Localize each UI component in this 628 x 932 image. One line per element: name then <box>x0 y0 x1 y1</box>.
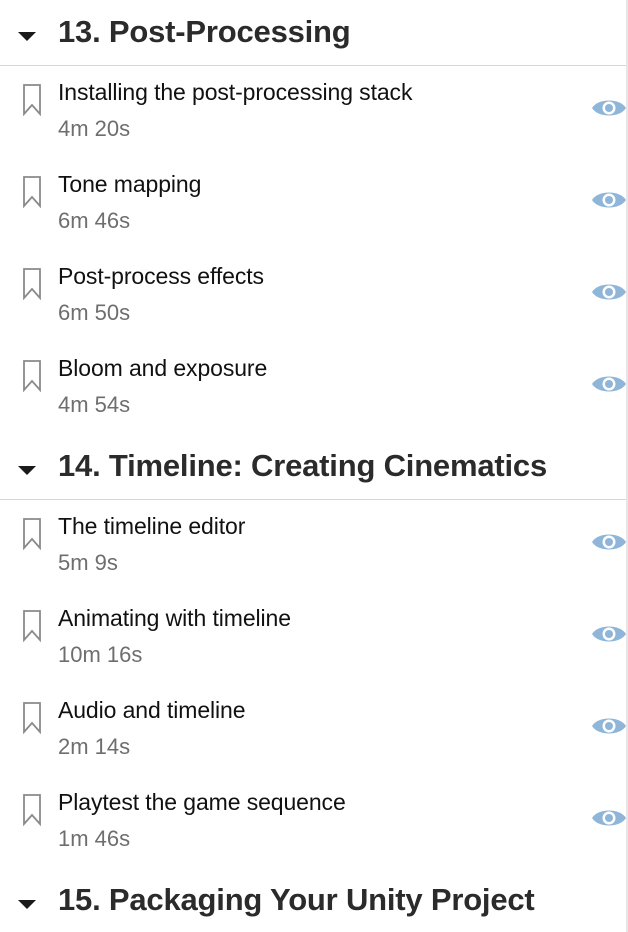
bookmark-icon[interactable] <box>22 268 42 300</box>
caret-down-icon[interactable] <box>18 32 36 41</box>
eye-icon[interactable] <box>591 530 627 554</box>
lesson-title[interactable]: Installing the post-processing stack <box>58 79 412 106</box>
section-15: 15. Packaging Your Unity Project <box>0 868 626 932</box>
lesson-title[interactable]: Animating with timeline <box>58 605 291 632</box>
lesson-item[interactable]: Tone mapping 6m 46s <box>0 159 626 251</box>
lesson-duration: 10m 16s <box>58 642 143 667</box>
section-header[interactable]: 13. Post-Processing <box>0 0 626 66</box>
section-title: 13. Post-Processing <box>58 14 351 49</box>
eye-icon[interactable] <box>591 188 627 212</box>
eye-icon[interactable] <box>591 96 627 120</box>
lesson-duration: 6m 50s <box>58 300 131 325</box>
bookmark-icon[interactable] <box>22 84 42 116</box>
lesson-duration: 1m 46s <box>58 826 131 851</box>
eye-icon[interactable] <box>591 806 627 830</box>
section-title: 15. Packaging Your Unity Project <box>58 882 535 917</box>
lesson-duration: 2m 14s <box>58 734 131 759</box>
caret-down-icon[interactable] <box>18 466 36 475</box>
lesson-list: The timeline editor 5m 9s Animating with… <box>0 501 626 869</box>
lesson-duration: 5m 9s <box>58 550 118 575</box>
bookmark-icon[interactable] <box>22 176 42 208</box>
eye-icon[interactable] <box>591 372 627 396</box>
lesson-item[interactable]: Animating with timeline 10m 16s <box>0 593 626 685</box>
bookmark-icon[interactable] <box>22 518 42 550</box>
bookmark-icon[interactable] <box>22 702 42 734</box>
bookmark-icon[interactable] <box>22 794 42 826</box>
eye-icon[interactable] <box>591 280 627 304</box>
eye-icon[interactable] <box>591 714 627 738</box>
lesson-item[interactable]: Installing the post-processing stack 4m … <box>0 67 626 159</box>
lesson-item[interactable]: The timeline editor 5m 9s <box>0 501 626 593</box>
lesson-duration: 6m 46s <box>58 208 131 233</box>
bookmark-icon[interactable] <box>22 360 42 392</box>
section-14: 14. Timeline: Creating Cinematics <box>0 434 626 500</box>
lesson-item[interactable]: Audio and timeline 2m 14s <box>0 685 626 777</box>
lesson-title[interactable]: Tone mapping <box>58 171 201 198</box>
lesson-item[interactable]: Playtest the game sequence 1m 46s <box>0 777 626 869</box>
lesson-list: Installing the post-processing stack 4m … <box>0 67 626 435</box>
lesson-duration: 4m 20s <box>58 116 131 141</box>
lesson-title[interactable]: Audio and timeline <box>58 697 246 724</box>
lesson-item[interactable]: Post-process effects 6m 50s <box>0 251 626 343</box>
eye-icon[interactable] <box>591 622 627 646</box>
lesson-item[interactable]: Bloom and exposure 4m 54s <box>0 343 626 435</box>
lesson-duration: 4m 54s <box>58 392 131 417</box>
lesson-title[interactable]: Post-process effects <box>58 263 264 290</box>
bookmark-icon[interactable] <box>22 610 42 642</box>
section-13: 13. Post-Processing <box>0 0 626 66</box>
caret-down-icon[interactable] <box>18 900 36 909</box>
lesson-title[interactable]: The timeline editor <box>58 513 245 540</box>
section-header[interactable]: 14. Timeline: Creating Cinematics <box>0 434 626 500</box>
lesson-title[interactable]: Playtest the game sequence <box>58 789 346 816</box>
lesson-title[interactable]: Bloom and exposure <box>58 355 267 382</box>
section-title: 14. Timeline: Creating Cinematics <box>58 448 547 483</box>
section-header[interactable]: 15. Packaging Your Unity Project <box>0 868 626 932</box>
